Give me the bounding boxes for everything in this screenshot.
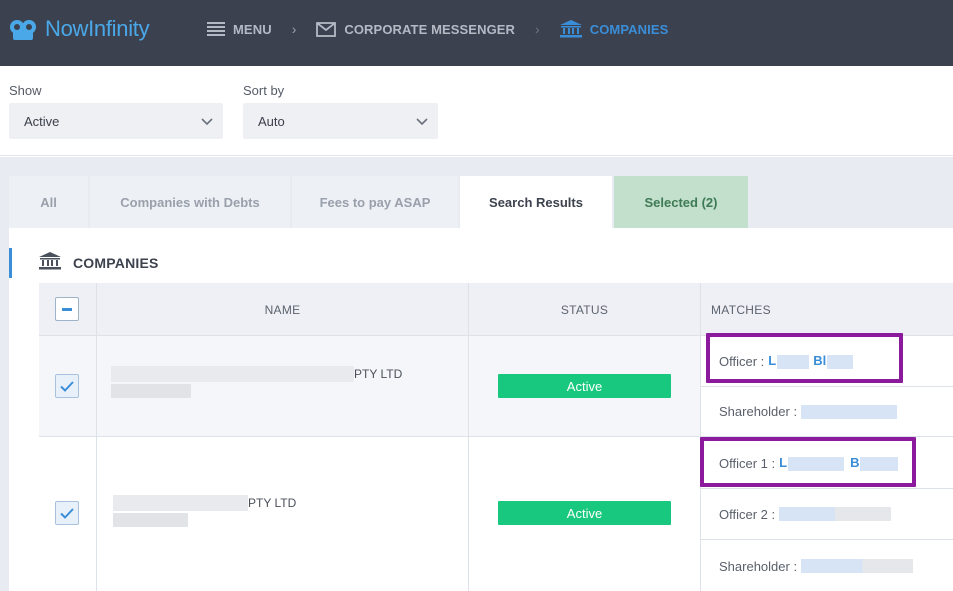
match-item[interactable]: Shareholder : bbox=[701, 540, 953, 591]
column-header-matches[interactable]: MATCHES bbox=[711, 283, 951, 336]
column-divider bbox=[96, 283, 97, 591]
nav-corporate-messenger-label: CORPORATE MESSENGER bbox=[344, 21, 516, 37]
envelope-icon bbox=[316, 21, 337, 37]
status-badge: Active bbox=[498, 374, 671, 398]
match-item[interactable]: Officer : L Bl bbox=[701, 336, 953, 387]
match-label: Officer : bbox=[719, 353, 765, 369]
logo-text: NowInfinity bbox=[45, 16, 150, 41]
redacted-value bbox=[779, 507, 892, 521]
chevron-down-icon bbox=[416, 114, 428, 129]
column-header-name[interactable]: NAME bbox=[97, 283, 468, 336]
bank-icon bbox=[559, 20, 582, 38]
logo-icon bbox=[9, 17, 41, 41]
column-header-status[interactable]: STATUS bbox=[469, 283, 700, 336]
redacted-value bbox=[801, 559, 914, 573]
tab-companies-with-debts[interactable]: Companies with Debts bbox=[90, 176, 290, 228]
row-checkbox[interactable] bbox=[55, 374, 79, 398]
company-name-suffix: PTY LTD bbox=[354, 367, 403, 381]
nav-companies[interactable]: COMPANIES bbox=[559, 20, 669, 38]
panel-header: COMPANIES bbox=[9, 248, 159, 278]
redacted-name bbox=[113, 513, 188, 527]
company-name[interactable]: PTY LTD bbox=[111, 366, 402, 398]
show-filter: Show Active bbox=[9, 83, 223, 139]
redacted-name bbox=[113, 495, 248, 511]
match-value: LB bbox=[779, 455, 899, 471]
nav-menu[interactable]: MENU bbox=[207, 22, 272, 37]
nav-corporate-messenger[interactable]: CORPORATE MESSENGER bbox=[316, 22, 515, 37]
match-item[interactable]: Shareholder : bbox=[701, 387, 953, 437]
column-divider bbox=[468, 283, 469, 591]
match-item[interactable]: Officer 2 : bbox=[701, 489, 953, 540]
hamburger-icon bbox=[207, 22, 225, 36]
content-area: All Companies with Debts Fees to pay ASA… bbox=[0, 157, 953, 591]
tab-selected[interactable]: Selected (2) bbox=[614, 176, 748, 228]
company-name[interactable]: PTY LTD bbox=[113, 495, 296, 527]
checkmark-icon bbox=[60, 507, 74, 519]
table-header: NAME STATUS MATCHES bbox=[39, 283, 953, 336]
status-badge: Active bbox=[498, 501, 671, 525]
breadcrumb-separator: › bbox=[535, 21, 540, 37]
chevron-down-icon bbox=[201, 114, 213, 129]
match-label: Shareholder : bbox=[719, 404, 798, 419]
top-bar: NowInfinity MENU › CORPORATE MESSENGER ›… bbox=[0, 0, 953, 66]
tab-bar: All Companies with Debts Fees to pay ASA… bbox=[9, 176, 750, 228]
show-label: Show bbox=[9, 83, 42, 98]
panel-title: COMPANIES bbox=[73, 255, 159, 271]
match-label: Officer 1 : bbox=[719, 455, 776, 471]
logo[interactable]: NowInfinity bbox=[9, 14, 150, 44]
company-name-suffix: PTY LTD bbox=[248, 496, 297, 510]
row-checkbox[interactable] bbox=[55, 501, 79, 525]
redacted-name bbox=[111, 384, 191, 398]
sort-select[interactable]: Auto bbox=[243, 103, 438, 139]
breadcrumb-separator: › bbox=[291, 21, 297, 37]
breadcrumb: MENU › CORPORATE MESSENGER › COMPANIES bbox=[207, 19, 668, 39]
companies-panel: COMPANIES NAME STATUS MATCHES PTY LTD Ac… bbox=[9, 228, 953, 591]
match-value: L Bl bbox=[768, 353, 854, 369]
checkmark-icon bbox=[60, 380, 74, 392]
tab-search-results[interactable]: Search Results bbox=[460, 176, 612, 228]
filter-bar: Show Active Sort by Auto bbox=[0, 66, 953, 156]
tab-all[interactable]: All bbox=[9, 176, 88, 228]
match-label: Shareholder : bbox=[719, 558, 798, 574]
tab-fees-to-pay-asap[interactable]: Fees to pay ASAP bbox=[292, 176, 458, 228]
redacted-value bbox=[801, 404, 898, 419]
show-select-value: Active bbox=[24, 113, 60, 129]
sort-select-value: Auto bbox=[258, 113, 285, 129]
sort-filter: Sort by Auto bbox=[243, 83, 438, 139]
sort-label: Sort by bbox=[243, 83, 285, 98]
redacted-name bbox=[111, 366, 354, 382]
nav-companies-label: COMPANIES bbox=[589, 21, 669, 37]
nav-menu-label: MENU bbox=[233, 21, 272, 37]
match-item[interactable]: Officer 1 : LB bbox=[701, 438, 953, 489]
bank-icon bbox=[39, 251, 61, 275]
select-all-checkbox[interactable] bbox=[55, 297, 79, 321]
show-select[interactable]: Active bbox=[9, 103, 223, 139]
match-label: Officer 2 : bbox=[719, 506, 776, 522]
